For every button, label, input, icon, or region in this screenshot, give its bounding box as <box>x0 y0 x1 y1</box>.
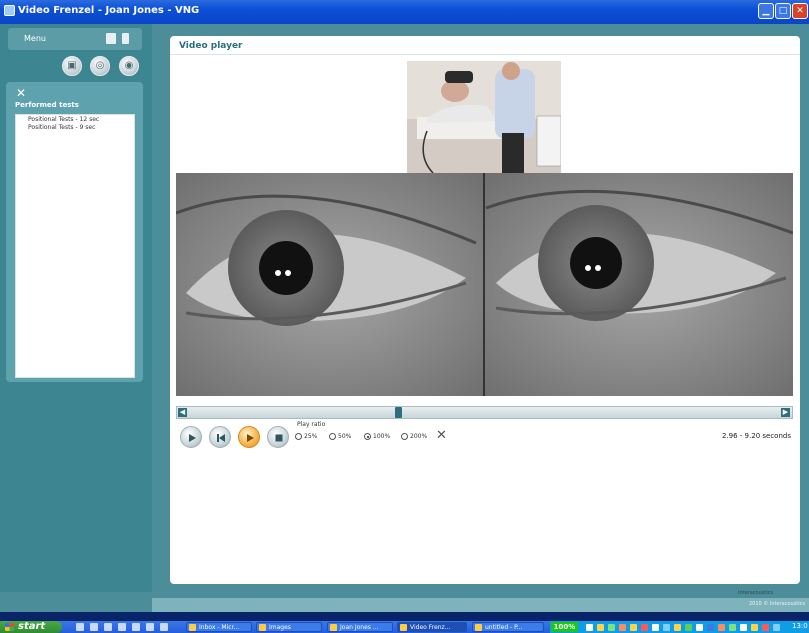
quicklaunch-icon[interactable] <box>104 623 112 631</box>
taskbar-item-inbox[interactable]: Inbox - Micr... <box>186 622 252 632</box>
bottom-strip: 2010 © Interacoustics <box>152 598 809 612</box>
tray-icon[interactable] <box>586 624 593 631</box>
performed-tests-list: Positional Tests - 12 sec Positional Tes… <box>15 114 135 378</box>
fullscreen-icon[interactable]: ✕ <box>436 428 447 443</box>
rate-radio-200[interactable]: 200% <box>401 433 427 440</box>
tray-icon[interactable] <box>718 624 725 631</box>
tray-icon[interactable] <box>773 624 780 631</box>
folder-icon <box>259 624 266 631</box>
taskbar-item-paint[interactable]: untitled - P... <box>472 622 544 632</box>
task-label: Images <box>269 624 291 631</box>
tray-icon[interactable] <box>696 624 703 631</box>
task-label: Video Frenz... <box>410 624 451 631</box>
outlook-icon <box>189 624 196 631</box>
stop-icon <box>275 434 283 442</box>
tray-icon[interactable] <box>608 624 615 631</box>
close-button[interactable]: ✕ <box>792 3 808 19</box>
step-back-icon <box>217 434 225 442</box>
rate-label: 100% <box>373 433 391 440</box>
document-icon[interactable] <box>122 33 129 44</box>
taskbar-item-video-frenzel[interactable]: Video Frenz... <box>397 622 467 632</box>
zoom-badge[interactable]: 100% <box>551 622 578 632</box>
menu-bar[interactable]: Menu <box>8 28 142 50</box>
time-readout: 2.96 - 9.20 seconds <box>722 432 791 440</box>
performed-tests-heading: Performed tests <box>15 101 79 109</box>
quicklaunch-icon[interactable] <box>132 623 140 631</box>
video-camera-icon[interactable]: ▣ <box>62 56 82 76</box>
timeline-right-arrow-icon[interactable]: ▶ <box>781 408 790 417</box>
copyright-text: 2010 © Interacoustics <box>749 601 805 607</box>
play-slow-icon <box>247 434 254 442</box>
radio-dot[interactable] <box>329 433 336 440</box>
play-button[interactable] <box>180 426 202 448</box>
timeline-scrubber[interactable]: ◀ ▶ <box>176 406 793 419</box>
window-title: Video Frenzel - Joan Jones - VNG <box>18 5 200 16</box>
tray-icon[interactable] <box>674 624 681 631</box>
maximize-button[interactable]: □ <box>775 3 791 19</box>
start-label: start <box>18 621 46 632</box>
scene-video <box>407 61 561 173</box>
tray-icon[interactable] <box>652 624 659 631</box>
app-icon <box>4 5 15 16</box>
tray-icon[interactable] <box>707 624 714 631</box>
task-label: Joan Jones ... <box>340 624 379 631</box>
divider <box>170 54 800 55</box>
quicklaunch-icon[interactable] <box>160 623 168 631</box>
minimize-button[interactable]: ▁ <box>758 3 774 19</box>
tray-icon[interactable] <box>685 624 692 631</box>
windows-logo-icon <box>5 623 14 631</box>
tray-icon[interactable] <box>740 624 747 631</box>
tray-icon[interactable] <box>641 624 648 631</box>
paint-icon <box>475 624 482 631</box>
start-button[interactable]: start <box>0 621 62 633</box>
task-label: Inbox - Micr... <box>199 624 240 631</box>
radio-dot[interactable] <box>295 433 302 440</box>
save-icon[interactable] <box>106 33 116 44</box>
play-rate-label: Play ratio <box>297 421 326 428</box>
footer-brand: Interacoustics <box>738 590 774 596</box>
eye-icon[interactable]: ◉ <box>119 56 139 76</box>
app-icon <box>330 624 337 631</box>
tray-icon[interactable] <box>630 624 637 631</box>
app-icon <box>400 624 407 631</box>
eye-video <box>176 173 793 396</box>
title-bar: Video Frenzel - Joan Jones - VNG ▁ □ ✕ <box>0 0 809 24</box>
step-back-button[interactable] <box>209 426 231 448</box>
tools-icon[interactable]: ✕ <box>16 86 26 100</box>
tray-icon[interactable] <box>619 624 626 631</box>
radio-dot-selected[interactable] <box>364 433 371 440</box>
radio-dot[interactable] <box>401 433 408 440</box>
headphones-icon[interactable]: ◎ <box>90 56 110 76</box>
tray-icon[interactable] <box>597 624 604 631</box>
play-slow-button[interactable] <box>238 426 260 448</box>
rate-label: 50% <box>338 433 352 440</box>
quicklaunch-icon[interactable] <box>90 623 98 631</box>
stop-button[interactable] <box>267 426 289 448</box>
quicklaunch-icon[interactable] <box>118 623 126 631</box>
timeline-thumb[interactable] <box>394 407 402 418</box>
quicklaunch-icon[interactable] <box>76 623 84 631</box>
tray-icon[interactable] <box>729 624 736 631</box>
rate-radio-100[interactable]: 100% <box>364 433 390 440</box>
tray-icon[interactable] <box>762 624 769 631</box>
timeline-left-arrow-icon[interactable]: ◀ <box>178 408 187 417</box>
taskbar-item-joan-jones[interactable]: Joan Jones ... <box>327 622 393 632</box>
list-item[interactable]: Positional Tests - 9 sec <box>16 123 134 131</box>
tray-icon[interactable] <box>663 624 670 631</box>
rate-label: 200% <box>410 433 428 440</box>
performed-tests-panel: ✕ Performed tests Positional Tests - 12 … <box>6 82 143 382</box>
panel-title: Video player <box>179 41 243 51</box>
rate-radio-25[interactable]: 25% <box>295 433 317 440</box>
rate-radio-50[interactable]: 50% <box>329 433 351 440</box>
quicklaunch-icon[interactable] <box>146 623 154 631</box>
rate-label: 25% <box>304 433 318 440</box>
clock[interactable]: 13:0 <box>792 622 808 630</box>
menu-label[interactable]: Menu <box>24 34 46 43</box>
task-label: untitled - P... <box>485 624 523 631</box>
play-icon <box>189 434 196 442</box>
tray-icon[interactable] <box>751 624 758 631</box>
list-item[interactable]: Positional Tests - 12 sec <box>16 115 134 123</box>
taskbar-item-images[interactable]: Images <box>256 622 322 632</box>
